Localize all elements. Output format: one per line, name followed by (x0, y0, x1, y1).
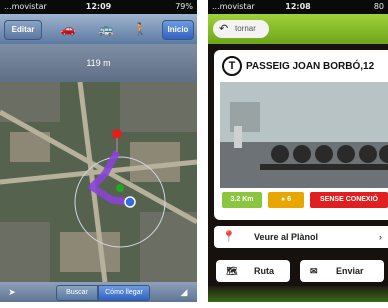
map-icon: 🗺 (226, 266, 238, 276)
station-card: T PASSEIG JOAN BORBÓ,12 3.2 Km ● 6 SENSE … (214, 50, 388, 220)
bikes-count: 6 (287, 196, 292, 203)
send-button-label: Enviar (336, 266, 364, 276)
bicing-logo-icon: T (222, 56, 242, 77)
route-button[interactable]: 🗺 Ruta (216, 260, 290, 282)
tab-search[interactable]: Buscar (56, 285, 98, 301)
station-photo-image (220, 82, 388, 188)
station-screen: ...movistar 12:08 80 ↶ tornar T PASSEIG J… (208, 0, 388, 302)
edit-button[interactable]: Editar (4, 20, 42, 40)
bus-icon[interactable]: 🚌 (94, 20, 118, 38)
battery-label: 79% (175, 2, 193, 11)
status-time: 12:08 (285, 2, 311, 11)
car-icon[interactable]: 🚗 (56, 20, 80, 38)
map-pin-icon: 📍 (222, 231, 236, 243)
chevron-right-icon: › (379, 232, 382, 242)
walk-icon[interactable]: 🚶 (128, 20, 152, 38)
status-bar: ...movistar 12:08 80 (208, 0, 388, 14)
tab-directions[interactable]: Cómo llegar (98, 285, 150, 301)
footer-grass-decoration (208, 286, 388, 302)
station-title: T PASSEIG JOAN BORBÓ,12 (222, 56, 374, 78)
route-info-bar: 119 m (0, 44, 197, 82)
back-button[interactable]: ↶ tornar (213, 20, 269, 38)
station-name: PASSEIG JOAN BORBÓ,12 (246, 61, 375, 72)
page-curl-icon[interactable]: ◢ (176, 285, 192, 299)
send-button[interactable]: ✉ Enviar (300, 260, 384, 282)
view-on-map-button[interactable]: 📍 Veure al Plànol › (214, 226, 388, 248)
maps-nav-bar: Editar 🚗 🚌 🚶 Inicio (0, 14, 197, 45)
map-imagery (0, 82, 197, 282)
maps-screen: ...movistar 12:09 79% Editar 🚗 🚌 🚶 Inici… (0, 0, 197, 302)
battery-label: 80 (373, 2, 384, 11)
status-bar: ...movistar 12:09 79% (0, 0, 197, 14)
back-button-label: tornar (235, 24, 256, 33)
connection-status-badge: SENSE CONEXIÓ (310, 192, 388, 208)
location-arrow-icon[interactable]: ➤ (4, 285, 20, 299)
route-button-label: Ruta (254, 266, 274, 276)
start-button[interactable]: Inicio (162, 20, 194, 40)
maps-toolbar: ➤ Buscar Cómo llegar ◢ (0, 282, 197, 302)
envelope-icon: ✉ (310, 266, 318, 276)
status-time: 12:09 (85, 2, 112, 11)
back-arrow-icon: ↶ (219, 23, 229, 35)
satellite-map[interactable] (0, 82, 197, 282)
view-on-map-label: Veure al Plànol (254, 232, 319, 242)
distance-badge: 3.2 Km (222, 192, 262, 208)
bikes-badge: ● 6 (268, 192, 304, 208)
app-header: ↶ tornar (208, 14, 388, 44)
route-distance: 119 m (86, 58, 111, 68)
station-photo (220, 82, 388, 188)
